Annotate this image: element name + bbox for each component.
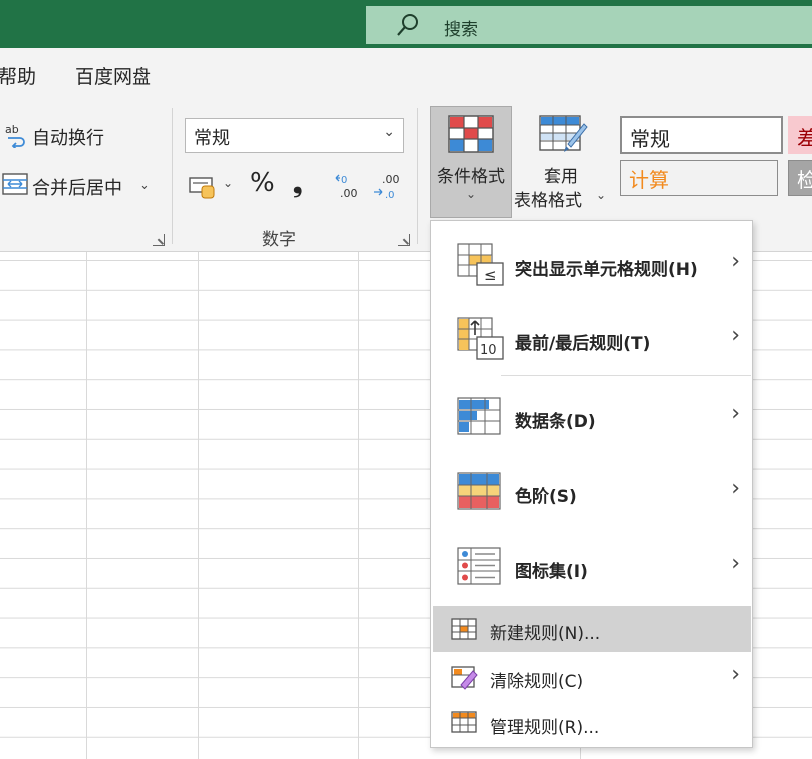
cell-style-normal[interactable]: 常规 — [620, 116, 783, 154]
menu-item-data-bars[interactable]: 数据条(D) › — [431, 381, 752, 453]
format-as-table-button[interactable]: 套用 表格格式 ⌄ — [514, 106, 610, 218]
menu-item-highlight-rules[interactable]: ≤ 突出显示单元格规则(H) › — [431, 229, 752, 301]
top-bottom-rules-icon: 10 — [457, 317, 504, 360]
menu-item-manage-rules[interactable]: 管理规则(R)... — [431, 701, 752, 745]
chevron-down-icon: ⌄ — [223, 176, 234, 190]
wrap-text-icon: ab — [5, 123, 25, 148]
chevron-right-icon: › — [731, 249, 740, 274]
wrap-text-button[interactable]: ab 自动换行 — [0, 120, 120, 150]
clear-rules-icon — [451, 666, 478, 690]
conditional-format-icon — [448, 115, 494, 153]
menu-item-new-rule[interactable]: 新建规则(N)... — [433, 606, 751, 652]
chevron-down-icon: ⌄ — [596, 188, 607, 202]
wrap-text-label: 自动换行 — [32, 128, 104, 149]
column-line — [198, 252, 199, 759]
merge-center-label: 合并后居中 — [32, 178, 122, 199]
chevron-down-icon: ⌄ — [383, 124, 395, 140]
menu-item-color-scales[interactable]: 色阶(S) › — [431, 456, 752, 528]
conditional-format-label: 条件格式 — [437, 167, 505, 187]
menu-item-label: 图标集(I) — [515, 562, 588, 582]
cell-style-check[interactable]: 检 — [788, 160, 812, 196]
chevron-right-icon: › — [731, 401, 740, 426]
group-separator — [172, 108, 173, 244]
conditional-format-button[interactable]: 条件格式 ⌄ — [430, 106, 512, 218]
chevron-right-icon: › — [731, 476, 740, 501]
menu-item-icon-sets[interactable]: 图标集(I) › — [431, 531, 752, 603]
chevron-down-icon[interactable]: ⌄ — [139, 178, 150, 193]
number-format-value: 常规 — [194, 128, 230, 149]
svg-text:.00: .00 — [340, 187, 358, 200]
comma-style-button[interactable]: ❟ — [293, 170, 302, 198]
tab-help[interactable]: 帮助 — [0, 62, 36, 89]
tab-baidu-netdisk[interactable]: 百度网盘 — [75, 62, 151, 89]
svg-text:10: 10 — [480, 343, 497, 358]
svg-text:0: 0 — [341, 175, 347, 186]
data-bars-icon — [457, 397, 501, 435]
increase-decimal-icon[interactable]: 0 .00 — [334, 172, 364, 202]
number-group-label: 数字 — [262, 230, 296, 250]
menu-separator — [501, 375, 751, 376]
cell-style-bad[interactable]: 差 — [788, 116, 812, 154]
menu-item-label: 最前/最后规则(T) — [515, 334, 651, 354]
menu-item-clear-rules[interactable]: 清除规则(C) › — [431, 655, 752, 699]
menu-item-label: 新建规则(N)... — [490, 624, 601, 644]
manage-rules-icon — [451, 711, 477, 733]
chevron-down-icon: ⌄ — [465, 187, 477, 201]
title-bar: 搜索 — [0, 0, 812, 48]
chevron-right-icon: › — [731, 323, 740, 348]
highlight-rules-icon: ≤ — [457, 243, 504, 286]
svg-text:.0: .0 — [385, 190, 395, 201]
menu-item-top-bottom-rules[interactable]: 10 最前/最后规则(T) › — [431, 303, 752, 375]
svg-text:.00: .00 — [382, 173, 400, 186]
menu-item-label: 色阶(S) — [515, 487, 577, 507]
column-line — [86, 252, 87, 759]
menu-item-label: 数据条(D) — [515, 412, 596, 432]
merge-center-button[interactable]: 合并后居中 ⌄ — [0, 170, 160, 200]
new-rule-icon — [451, 618, 477, 640]
menu-item-label: 突出显示单元格规则(H) — [515, 260, 698, 280]
number-dialog-launcher[interactable] — [398, 234, 410, 246]
chevron-right-icon: › — [731, 662, 740, 687]
search-icon — [397, 14, 418, 36]
format-as-table-icon — [539, 115, 588, 152]
decrease-decimal-icon[interactable]: .00 .0 — [372, 172, 402, 202]
merge-center-icon — [2, 173, 28, 195]
conditional-format-menu: ≤ 突出显示单元格规则(H) › 10 最前/最后规则(T) › 数据条(D) … — [430, 220, 753, 748]
search-box[interactable]: 搜索 — [366, 6, 812, 44]
accounting-icon — [189, 177, 215, 199]
svg-text:≤: ≤ — [484, 266, 497, 284]
alignment-dialog-launcher[interactable] — [153, 234, 165, 246]
number-format-select[interactable]: 常规 ⌄ — [185, 118, 404, 153]
menu-item-label: 清除规则(C) — [490, 672, 584, 692]
format-as-table-label-line1: 套用 — [544, 167, 578, 187]
cell-style-calculation[interactable]: 计算 — [620, 160, 778, 196]
accounting-format-button[interactable]: ⌄ — [188, 174, 236, 202]
color-scales-icon — [457, 472, 501, 510]
icon-sets-icon — [457, 547, 501, 585]
menu-item-label: 管理规则(R)... — [490, 718, 600, 738]
column-line — [358, 252, 359, 759]
chevron-right-icon: › — [731, 551, 740, 576]
percent-style-button[interactable]: % — [250, 168, 275, 198]
group-separator — [417, 108, 418, 244]
svg-text:ab: ab — [5, 123, 19, 136]
format-as-table-label-line2: 表格格式 — [514, 191, 582, 211]
ribbon-tabs: 帮助 百度网盘 — [0, 48, 812, 98]
search-placeholder: 搜索 — [444, 20, 478, 40]
